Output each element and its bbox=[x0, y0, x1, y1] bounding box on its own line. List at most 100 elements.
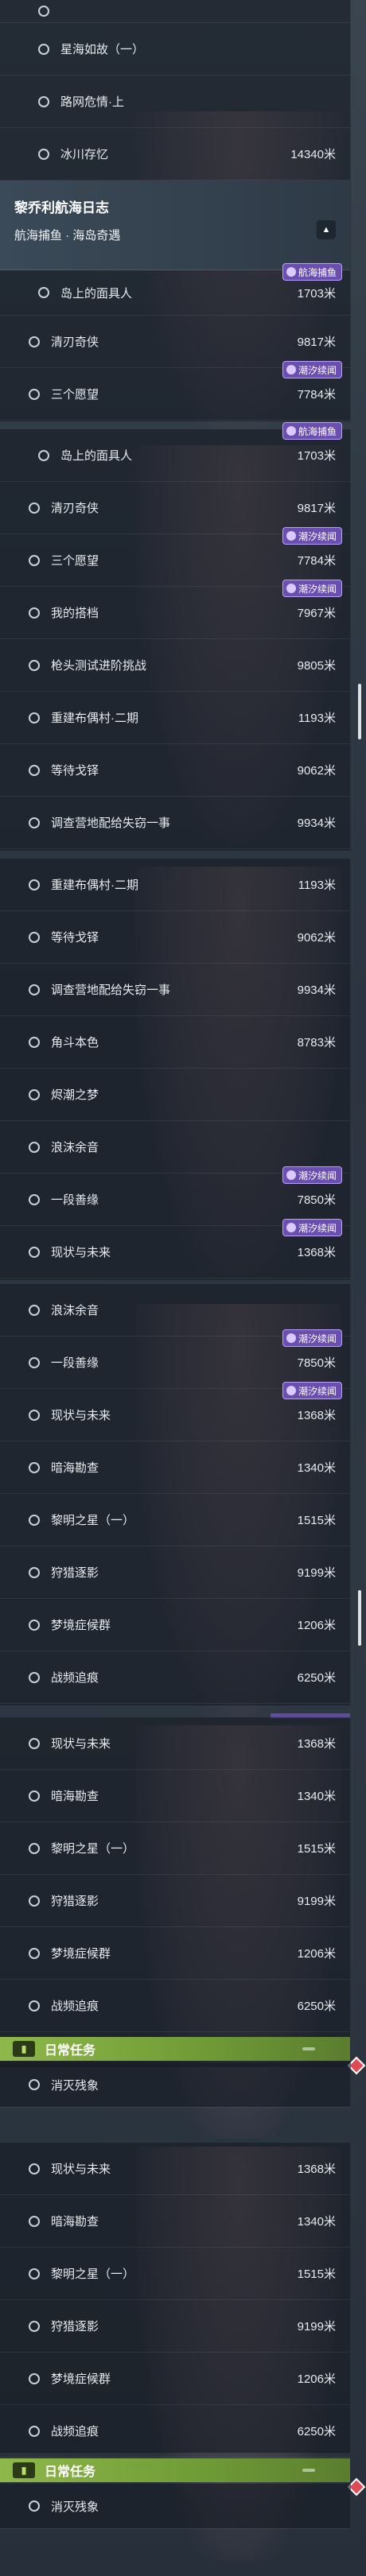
list-item[interactable]: 黎明之星（一） 1515米 bbox=[0, 1822, 350, 1875]
header-marker bbox=[302, 2469, 315, 2472]
quest-distance: 1340米 bbox=[297, 2215, 336, 2229]
list-item[interactable]: 狩猎逐影 9199米 bbox=[0, 2300, 350, 2353]
quest-distance: 9199米 bbox=[297, 1895, 336, 1908]
list-item[interactable]: 等待戈铎 9062米 bbox=[0, 911, 350, 964]
scrollbar[interactable] bbox=[358, 684, 361, 739]
collapse-icon[interactable]: ▲ bbox=[317, 220, 336, 239]
quest-distance: 9817米 bbox=[297, 502, 336, 515]
quest-status-icon bbox=[29, 1842, 40, 1854]
quest-distance: 1515米 bbox=[297, 2268, 336, 2281]
list-item[interactable]: 狩猎逐影 9199米 bbox=[0, 1875, 350, 1927]
list-item[interactable]: 枪头测试进阶挑战 9805米 bbox=[0, 639, 350, 692]
list-item[interactable]: 战频追痕 6250米 bbox=[0, 1651, 350, 1704]
quest-name: 暗海勘查 bbox=[51, 1461, 99, 1475]
list-item[interactable]: 黎明之星（一） 1515米 bbox=[0, 2248, 350, 2300]
quest-name: 现状与未来 bbox=[51, 1409, 111, 1422]
list-item[interactable]: 梦境症候群 1206米 bbox=[0, 2353, 350, 2405]
quest-status-icon bbox=[29, 607, 40, 619]
quest-name: 枪头测试进阶挑战 bbox=[51, 659, 147, 673]
list-item[interactable]: 现状与未来 1368米 bbox=[0, 2143, 350, 2195]
quest-status-icon bbox=[29, 1790, 40, 1802]
list-item[interactable]: 潮汐续闻 现状与未来 1368米 bbox=[0, 1382, 350, 1441]
quest-status-icon bbox=[29, 1461, 40, 1473]
list-item[interactable]: 潮汐续闻 我的搭档 7967米 bbox=[0, 580, 350, 639]
list-item[interactable]: 重建布偶村·二期 1193米 bbox=[0, 859, 350, 911]
quest-name: 岛上的面具人 bbox=[60, 449, 133, 463]
quest-status-icon bbox=[29, 2425, 40, 2437]
quest-name: 岛上的面具人 bbox=[60, 286, 133, 301]
list-item[interactable]: 角斗本色 8783米 bbox=[0, 1016, 350, 1069]
list-item[interactable]: 星海如故（一） bbox=[0, 23, 350, 76]
quest-name: 黎明之星（一） bbox=[51, 1514, 135, 1527]
quest-status-icon bbox=[29, 1141, 40, 1153]
list-item[interactable]: 暗海勘查 1340米 bbox=[0, 2195, 350, 2248]
quest-status-icon bbox=[29, 2215, 40, 2227]
quest-name: 梦境症候群 bbox=[51, 1947, 111, 1961]
quest-status-icon bbox=[29, 336, 40, 347]
list-item[interactable]: 暗海勘查 1340米 bbox=[0, 1770, 350, 1822]
quest-name: 一段善缘 bbox=[51, 1193, 99, 1207]
quest-distance: 1703米 bbox=[297, 449, 336, 463]
quest-name: 冰川存忆 bbox=[60, 148, 109, 161]
list-item[interactable]: 路网危情·上 bbox=[0, 76, 350, 128]
quest-status-icon bbox=[29, 817, 40, 828]
list-item[interactable]: 冰川存忆 14340米 bbox=[0, 128, 350, 180]
tag-icon bbox=[286, 1170, 296, 1180]
list-item[interactable]: 航海捕鱼 岛上的面具人 1703米 bbox=[0, 263, 350, 316]
quest-name: 浪沫余音 bbox=[51, 1304, 99, 1317]
quest-tag: 潮汐续闻 bbox=[282, 361, 342, 378]
list-item[interactable]: 梦境症候群 1206米 bbox=[0, 1927, 350, 1980]
list-item[interactable]: 调查营地配给失窃一事 9934米 bbox=[0, 797, 350, 849]
daily-tasks-header[interactable]: ▮ 日常任务 bbox=[0, 2037, 350, 2061]
quest-tag: 潮汐续闻 bbox=[282, 527, 342, 545]
quest-status-icon bbox=[38, 148, 49, 160]
list-item[interactable]: 消灭残象 bbox=[0, 2484, 350, 2529]
tag-icon bbox=[286, 584, 296, 593]
quest-name: 战频追痕 bbox=[51, 2425, 99, 2438]
quest-status-icon bbox=[29, 764, 40, 776]
quest-tag: 航海捕鱼 bbox=[282, 263, 342, 281]
quest-status-icon bbox=[38, 287, 49, 298]
list-item[interactable]: 调查营地配给失窃一事 9934米 bbox=[0, 964, 350, 1016]
quest-distance: 9199米 bbox=[297, 2320, 336, 2334]
list-item[interactable]: 梦境症候群 1206米 bbox=[0, 1599, 350, 1651]
quest-distance: 1206米 bbox=[297, 1619, 336, 1632]
scrollbar[interactable] bbox=[358, 1590, 361, 1646]
list-item[interactable]: 战频追痕 6250米 bbox=[0, 2405, 350, 2458]
list-item[interactable]: 等待戈铎 9062米 bbox=[0, 744, 350, 797]
quest-distance: 7850米 bbox=[297, 1193, 336, 1207]
list-item[interactable]: 消灭残象 bbox=[0, 2062, 350, 2108]
quest-group-header[interactable]: 黎乔利航海日志 航海捕鱼 · 海岛奇遇 ▲ bbox=[0, 180, 350, 270]
quest-name: 调查营地配给失窃一事 bbox=[51, 817, 171, 830]
list-item[interactable]: 现状与未来 1368米 bbox=[0, 1717, 350, 1770]
quest-tag: 航海捕鱼 bbox=[282, 422, 342, 440]
list-item[interactable]: 航海捕鱼 岛上的面具人 1703米 bbox=[0, 422, 350, 482]
quest-distance: 7850米 bbox=[297, 1356, 336, 1370]
list-item[interactable] bbox=[0, 0, 350, 23]
list-item[interactable]: 战频追痕 6250米 bbox=[0, 1980, 350, 2032]
quest-distance: 6250米 bbox=[297, 1671, 336, 1685]
quest-status-icon bbox=[29, 1356, 40, 1368]
quest-status-icon bbox=[29, 1409, 40, 1421]
list-item[interactable]: 黎明之星（一） 1515米 bbox=[0, 1494, 350, 1546]
quest-status-icon bbox=[38, 6, 49, 17]
quest-status-icon bbox=[29, 1088, 40, 1100]
list-item[interactable]: 潮汐续闻 现状与未来 1368米 bbox=[0, 1219, 350, 1278]
list-item[interactable]: 重建布偶村·二期 1193米 bbox=[0, 692, 350, 744]
quest-tag: 潮汐续闻 bbox=[282, 1166, 342, 1184]
quest-name: 角斗本色 bbox=[51, 1036, 99, 1049]
quest-status-icon bbox=[29, 983, 40, 995]
tag-icon bbox=[286, 365, 296, 374]
quest-distance: 9817米 bbox=[297, 336, 336, 349]
quest-group-subtitle: 航海捕鱼 · 海岛奇遇 bbox=[14, 229, 121, 242]
tag-icon bbox=[286, 267, 296, 277]
daily-tasks-label: 日常任务 bbox=[45, 2044, 96, 2058]
daily-task-icon: ▮ bbox=[13, 2041, 35, 2057]
quest-name: 暗海勘查 bbox=[51, 1790, 99, 1803]
quest-status-icon bbox=[29, 1304, 40, 1316]
list-item[interactable]: 烬潮之梦 bbox=[0, 1069, 350, 1121]
list-item[interactable]: 潮汐续闻 三个愿望 7784米 bbox=[0, 361, 350, 421]
list-item[interactable]: 暗海勘查 1340米 bbox=[0, 1441, 350, 1494]
daily-tasks-header[interactable]: ▮ 日常任务 bbox=[0, 2458, 350, 2482]
list-item[interactable]: 狩猎逐影 9199米 bbox=[0, 1546, 350, 1599]
